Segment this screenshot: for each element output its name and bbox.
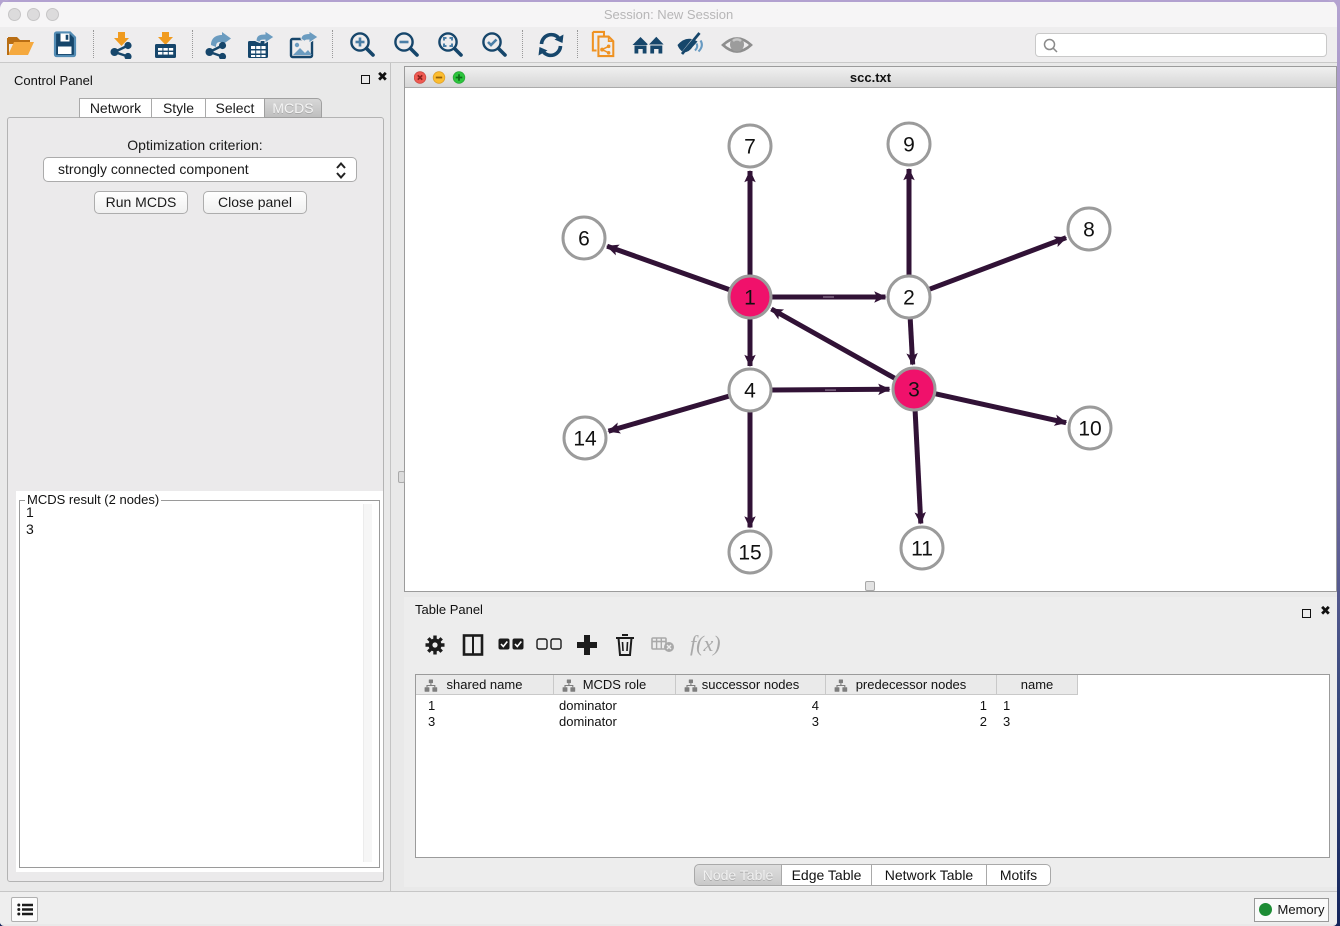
svg-text:9: 9 <box>903 134 915 157</box>
svg-text:11: 11 <box>911 538 933 561</box>
svg-text:2: 2 <box>903 287 915 310</box>
svg-text:3: 3 <box>908 379 920 402</box>
svg-text:6: 6 <box>578 228 590 251</box>
svg-text:15: 15 <box>738 542 761 565</box>
svg-text:1: 1 <box>744 287 756 310</box>
svg-text:7: 7 <box>744 136 756 159</box>
svg-text:4: 4 <box>744 380 756 403</box>
svg-text:8: 8 <box>1083 219 1095 242</box>
svg-text:14: 14 <box>573 428 597 451</box>
svg-text:10: 10 <box>1078 418 1101 441</box>
